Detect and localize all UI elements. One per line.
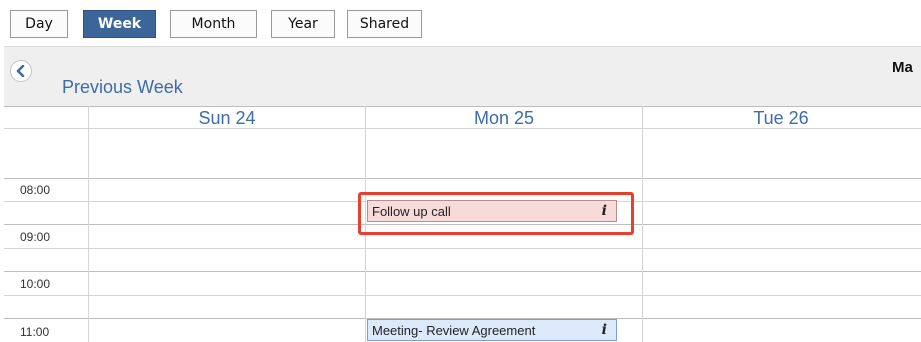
view-day-button[interactable]: Day — [10, 10, 68, 38]
day-header-sun: Sun 24 — [198, 108, 256, 128]
time-label-0900: 09:00 — [20, 230, 51, 244]
chevron-left-icon — [16, 65, 25, 77]
day-header-tue: Tue 26 — [753, 108, 809, 128]
previous-week-link[interactable]: Previous Week — [62, 77, 183, 98]
day-header-mon: Mon 25 — [473, 108, 535, 128]
time-label-1100: 11:00 — [20, 325, 50, 339]
event-highlight-box — [358, 192, 634, 235]
event-meeting-review-agreement[interactable]: Meeting- Review Agreement i — [367, 319, 617, 341]
month-label: Ma — [892, 59, 913, 76]
previous-week-button[interactable] — [10, 60, 32, 82]
time-label-1000: 10:00 — [20, 277, 51, 291]
view-shared-button[interactable]: Shared — [347, 10, 422, 38]
view-year-button[interactable]: Year — [271, 10, 335, 38]
view-month-button[interactable]: Month — [170, 10, 257, 38]
event-title: Meeting- Review Agreement — [372, 322, 536, 338]
time-label-0800: 08:00 — [20, 183, 51, 197]
view-week-button[interactable]: Week — [83, 10, 156, 38]
info-icon[interactable]: i — [602, 322, 607, 338]
